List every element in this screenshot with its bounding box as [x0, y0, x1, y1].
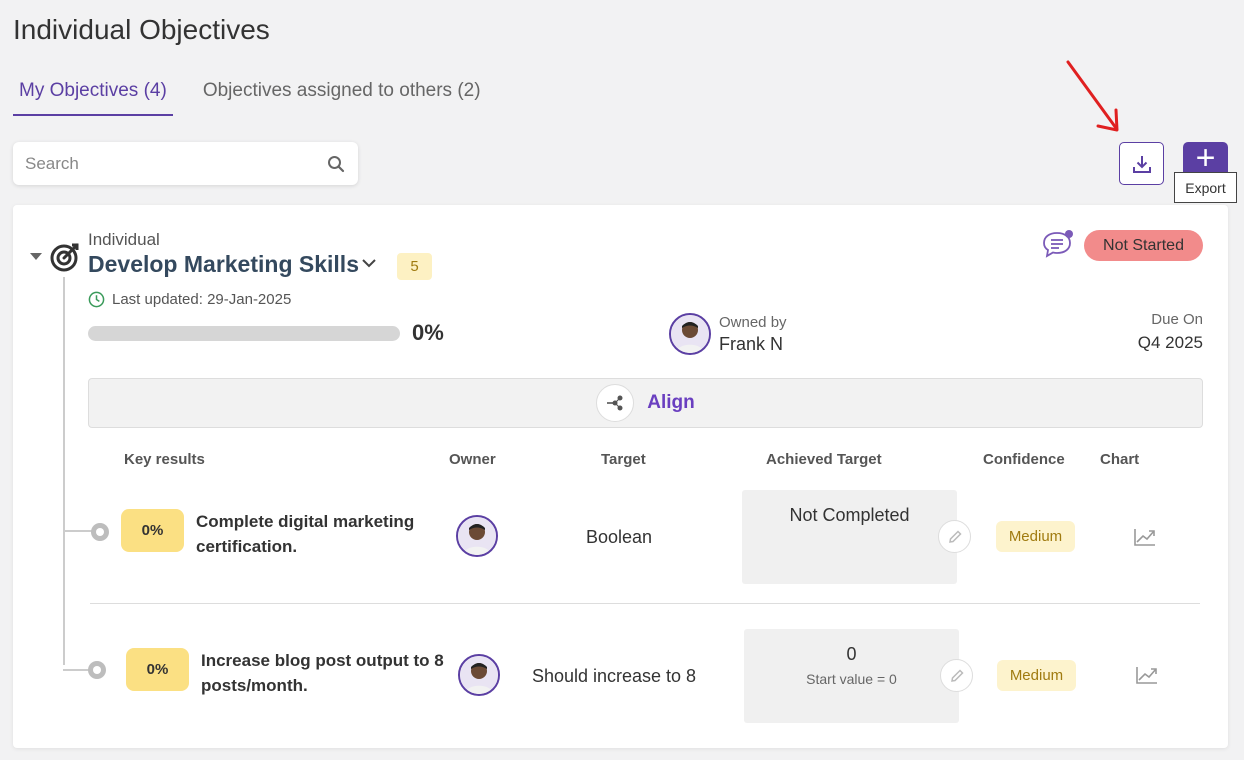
column-header-confidence: Confidence [983, 451, 1065, 468]
search-box [13, 142, 358, 185]
tree-line [63, 277, 65, 665]
objective-type: Individual [88, 230, 160, 249]
target-icon [50, 243, 79, 272]
avatar[interactable] [458, 654, 500, 696]
chart-icon[interactable] [1135, 665, 1159, 685]
last-updated: Last updated: 29-Jan-2025 [88, 291, 291, 308]
add-objective-button[interactable]: + [1183, 142, 1228, 174]
key-result-target: Should increase to 8 [531, 666, 697, 686]
row-divider [90, 603, 1200, 604]
column-header-key-results: Key results [124, 451, 205, 468]
edit-achieved-button[interactable] [938, 520, 971, 553]
achieved-start-value: Start value = 0 [806, 671, 897, 687]
achieved-value: Not Completed [789, 505, 910, 525]
column-header-chart: Chart [1100, 451, 1140, 468]
avatar[interactable] [456, 515, 498, 557]
column-header-owner: Owner [449, 451, 496, 468]
confidence-badge[interactable]: Medium [996, 521, 1075, 552]
owner-block: Owned by Frank N [669, 313, 787, 355]
search-icon[interactable] [326, 154, 346, 174]
due-on-value: Q4 2025 [1137, 333, 1203, 352]
confidence-badge[interactable]: Medium [997, 660, 1076, 691]
objective-title[interactable]: Develop Marketing Skills [88, 251, 359, 278]
key-result-target: Boolean [585, 527, 653, 547]
objective-progress-bar [88, 326, 400, 341]
edit-achieved-button[interactable] [940, 659, 973, 692]
align-icon [596, 384, 635, 422]
chevron-down-icon[interactable] [359, 253, 379, 273]
key-result-percent: 0% [121, 509, 184, 552]
collapse-caret[interactable] [30, 253, 42, 260]
last-updated-text: Last updated: 29-Jan-2025 [112, 291, 292, 308]
achieved-target-box: Not Completed [742, 490, 957, 584]
owner-name: Frank N [719, 333, 784, 354]
search-input[interactable] [25, 153, 326, 174]
achieved-value: 0 [846, 644, 857, 664]
align-button[interactable]: Align [88, 378, 1203, 428]
export-tooltip: Export [1174, 172, 1237, 203]
key-result-percent: 0% [126, 648, 189, 691]
achieved-target-box: 0 Start value = 0 [744, 629, 959, 723]
tree-branch [63, 530, 93, 532]
align-label: Align [647, 392, 695, 413]
key-result-dot [91, 523, 109, 541]
key-result-count-badge: 5 [397, 253, 432, 280]
key-result-dot [88, 661, 106, 679]
clock-icon [88, 291, 105, 308]
tab-assigned-to-others[interactable]: Objectives assigned to others (2) [197, 78, 487, 116]
column-header-target: Target [601, 451, 646, 468]
progress-percent: 0% [412, 320, 444, 345]
objective-card: Individual Develop Marketing Skills 5 La… [13, 205, 1228, 748]
edit-icon [948, 529, 962, 543]
key-result-title[interactable]: Increase blog post output to 8 posts/mon… [201, 648, 446, 698]
edit-icon [950, 668, 964, 682]
owned-by-label: Owned by [719, 313, 787, 331]
download-icon [1132, 155, 1151, 173]
column-header-achieved-target: Achieved Target [766, 451, 882, 468]
avatar[interactable] [669, 313, 711, 355]
chat-icon[interactable] [1041, 227, 1075, 261]
key-result-title[interactable]: Complete digital marketing certification… [196, 509, 446, 559]
annotation-arrow [1066, 60, 1119, 132]
plus-icon: + [1195, 142, 1216, 174]
export-button[interactable] [1119, 142, 1164, 185]
page-title: Individual Objectives [13, 14, 270, 45]
status-badge[interactable]: Not Started [1084, 230, 1203, 261]
chart-icon[interactable] [1133, 527, 1157, 547]
tab-my-objectives[interactable]: My Objectives (4) [13, 78, 173, 116]
due-on-label: Due On [1151, 311, 1203, 328]
tab-bar: My Objectives (4) Objectives assigned to… [13, 78, 487, 118]
